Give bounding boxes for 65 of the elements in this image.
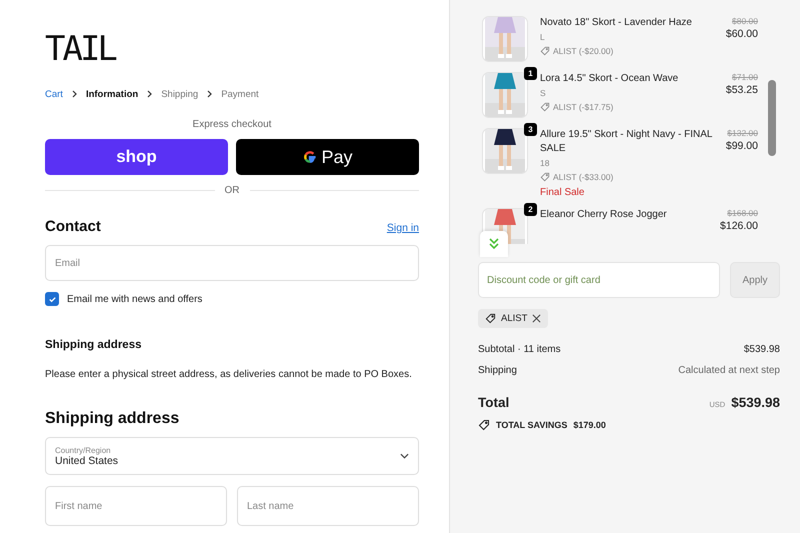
shipping-notice: Please enter a physical street address, as deliveries cannot be made to PO Boxes.: [45, 369, 413, 380]
contact-heading: Contact: [45, 218, 101, 235]
savings-label: TOTAL SAVINGS: [496, 420, 568, 430]
total-label: Total: [478, 395, 510, 410]
subtotal-label: Subtotal · 11 items: [478, 344, 561, 355]
product-price: $60.00: [726, 28, 758, 40]
checkbox-label: Email me with news and offers: [67, 294, 202, 304]
section-heading: Shipping address: [45, 410, 180, 428]
section-heading: Shipping address: [45, 339, 142, 351]
discount-tag: ALIST (-$20.00): [540, 44, 614, 58]
tag-icon: [540, 46, 550, 56]
close-icon[interactable]: [532, 314, 542, 323]
product-variant: 18: [540, 158, 550, 168]
tag-icon: [540, 172, 550, 182]
breadcrumb-item: Shipping: [161, 88, 198, 100]
express-checkout-label: Express checkout: [192, 119, 272, 130]
discount-tag: ALIST (-$33.00): [540, 170, 614, 184]
shipping-label: Shipping: [478, 365, 517, 376]
chevron-icon: [489, 238, 499, 250]
total-value: $539.98: [731, 395, 780, 410]
checkbox[interactable]: [45, 292, 59, 306]
sign-in-link[interactable]: Sign in: [386, 222, 419, 234]
quantity-badge: 3: [524, 123, 537, 136]
quantity-badge: 1: [524, 67, 537, 80]
google-icon: [302, 149, 318, 165]
country-select[interactable]: Country/Region United States: [45, 437, 419, 475]
breadcrumb-item[interactable]: Cart: [45, 88, 63, 100]
product-name: Eleanor Cherry Rose Jogger: [540, 208, 668, 222]
tag-icon: [478, 419, 490, 431]
chevron-icon: [70, 90, 78, 98]
original-price: $80.00: [732, 16, 758, 26]
product-variant: L: [540, 32, 546, 42]
google-pay-button[interactable]: Pay: [236, 139, 419, 175]
quantity-badge: 2: [524, 203, 537, 216]
original-price: $132.00: [727, 128, 758, 138]
shop-pay-button[interactable]: shop: [45, 139, 228, 175]
product-name: Lora 14.5" Skort - Ocean Wave: [540, 72, 680, 86]
tag-icon: [540, 102, 550, 112]
discount-code: ALIST: [501, 313, 528, 324]
or-divider-label: OR: [224, 185, 240, 196]
discount-field[interactable]: Discount code or gift card: [478, 262, 720, 298]
product-price: $99.00: [726, 140, 758, 152]
product-variant: S: [540, 88, 547, 98]
subtotal-value: $539.98: [744, 344, 780, 355]
original-price: $168.00: [727, 208, 758, 218]
chevron-icon: [146, 90, 154, 98]
logo: TAIL: [45, 30, 115, 68]
last-name-field[interactable]: Last name: [237, 486, 419, 526]
first-name-field[interactable]: First name: [45, 486, 227, 526]
breadcrumb-item: Information: [86, 88, 138, 100]
discount-tag: ALIST (-$17.75): [540, 100, 614, 114]
savings-value: $179.00: [573, 420, 606, 430]
final-sale-note: Final Sale: [540, 186, 586, 200]
chevron-icon: [206, 90, 214, 98]
original-price: $71.00: [732, 72, 758, 82]
breadcrumb-item: Payment: [221, 88, 259, 100]
product-name: Novato 18" Skort - Lavender Haze: [540, 16, 693, 30]
product-name: Allure 19.5" Skort - Night Navy - FINAL SALE: [540, 128, 714, 156]
shipping-value: Calculated at next step: [678, 365, 780, 376]
tag-icon: [485, 313, 496, 324]
check-icon: [48, 294, 56, 304]
chevron-down-icon: [400, 453, 409, 459]
product-price: $126.00: [720, 220, 758, 232]
product-price: $53.25: [726, 84, 758, 96]
email-field[interactable]: Email: [45, 245, 419, 281]
